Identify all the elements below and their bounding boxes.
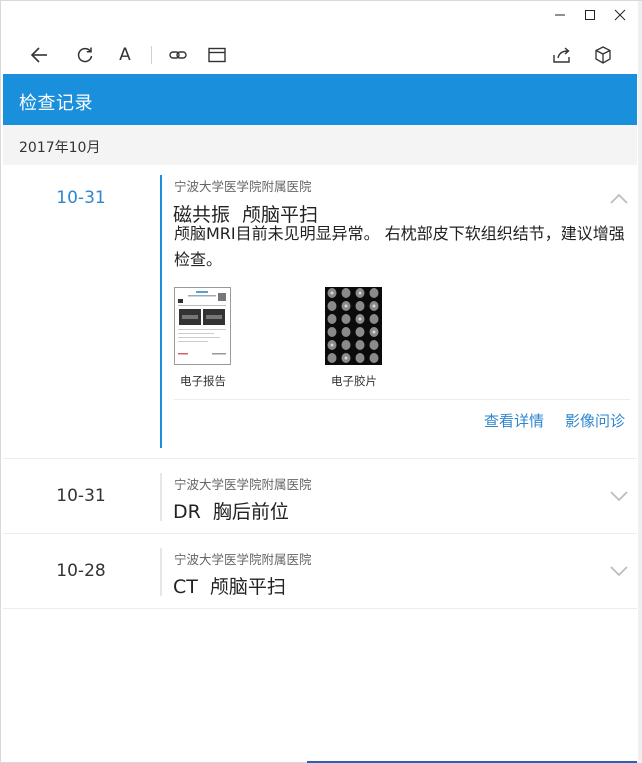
chevron-up-icon[interactable] <box>609 191 629 205</box>
report-document-icon <box>174 287 231 365</box>
minimize-button[interactable] <box>546 5 574 25</box>
record-hospital: 宁波大学医学院附属医院 <box>174 552 312 567</box>
package-icon <box>595 46 611 64</box>
close-button[interactable] <box>606 5 634 25</box>
toolbar: A <box>1 37 642 73</box>
chevron-down-icon[interactable] <box>609 489 629 503</box>
image-consult-link[interactable]: 影像问诊 <box>565 410 625 431</box>
close-icon <box>614 9 626 21</box>
record-date: 10-28 <box>56 561 106 581</box>
exam-record[interactable]: 10-31 宁波大学医学院附属医院 DR 胸后前位 <box>3 459 637 534</box>
minimize-icon <box>555 14 565 16</box>
maximize-button[interactable] <box>576 5 604 25</box>
record-title: CT 颅脑平扫 <box>173 572 286 599</box>
chevron-down-icon[interactable] <box>609 564 629 578</box>
month-label: 2017年10月 <box>19 140 101 156</box>
timeline-indicator <box>160 548 162 596</box>
page-title: 检查记录 <box>19 93 93 114</box>
record-divider <box>174 399 630 400</box>
title-bar <box>1 1 642 31</box>
month-group-header: 2017年10月 <box>3 125 637 165</box>
report-thumbnail[interactable] <box>174 287 231 365</box>
attachment-label: 电子报告 <box>180 374 226 388</box>
record-exam: 颅脑平扫 <box>209 576 286 598</box>
exam-record[interactable]: 10-28 宁波大学医学院附属医院 CT 颅脑平扫 <box>3 534 637 609</box>
page-header: 检查记录 <box>3 74 637 125</box>
share-icon <box>553 47 570 63</box>
package-button[interactable] <box>589 41 617 69</box>
record-date: 10-31 <box>56 188 106 208</box>
window-edge <box>638 1 642 763</box>
share-button[interactable] <box>548 41 576 69</box>
record-exam: 胸后前位 <box>212 501 289 523</box>
film-thumbnail[interactable] <box>325 287 382 365</box>
toolbar-separator <box>151 46 152 64</box>
link-icon <box>169 51 187 59</box>
maximize-icon <box>585 10 595 20</box>
timeline-indicator <box>160 473 162 521</box>
view-details-link[interactable]: 查看详情 <box>484 410 544 431</box>
link-button[interactable] <box>164 41 192 69</box>
attachment-label: 电子胶片 <box>331 374 377 388</box>
font-size-button[interactable]: A <box>111 41 139 69</box>
mri-film-icon <box>325 287 382 365</box>
record-description: 颅脑MRI目前未见明显异常。 右枕部皮下软组织结节，建议增强检查。 <box>174 224 625 269</box>
timeline-indicator <box>160 175 162 448</box>
font-size-icon: A <box>119 45 131 65</box>
record-title: DR 胸后前位 <box>173 497 289 524</box>
back-arrow-icon <box>30 47 47 63</box>
record-modality: CT <box>173 576 198 598</box>
record-modality: DR <box>173 501 201 523</box>
record-hospital: 宁波大学医学院附属医院 <box>174 477 312 492</box>
exam-record[interactable]: 10-31 宁波大学医学院附属医院 磁共振 颅脑平扫 颅脑MRI目前未见明显异常。… <box>3 165 637 459</box>
app-window: A 检查记录 2017年10月 10-31 宁波大学医学院附属医院 磁共振 颅脑… <box>0 0 642 763</box>
refresh-icon <box>77 47 93 63</box>
back-button[interactable] <box>25 41 53 69</box>
refresh-button[interactable] <box>71 41 99 69</box>
window-button[interactable] <box>203 41 231 69</box>
record-date: 10-31 <box>56 486 106 506</box>
window-icon <box>208 47 226 63</box>
record-hospital: 宁波大学医学院附属医院 <box>174 179 312 194</box>
